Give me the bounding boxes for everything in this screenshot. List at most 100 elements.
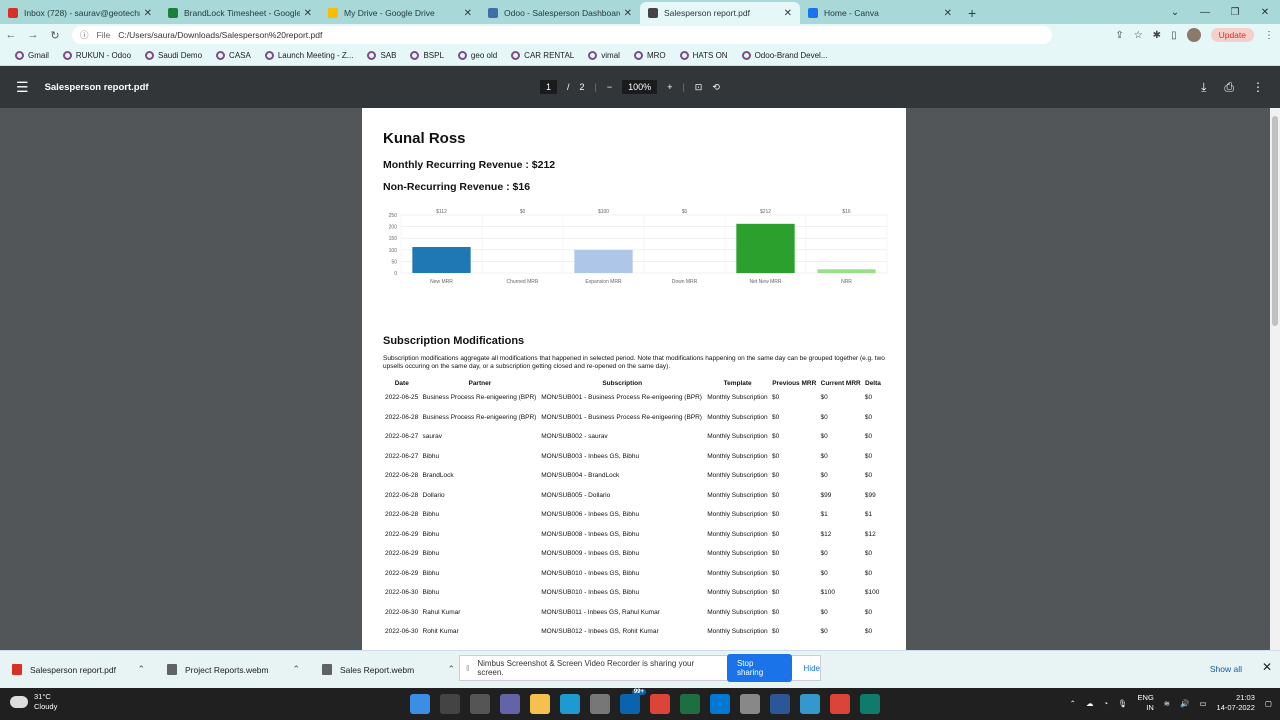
bookmark-item[interactable]: Gmail xyxy=(10,51,54,60)
chevron-up-icon[interactable]: ⌃ xyxy=(137,664,145,675)
tab-drive[interactable]: My Drive - Google Drive ✕ xyxy=(320,2,480,24)
tab-globe[interactable]: Salesperson report.pdf ✕ xyxy=(640,2,800,24)
close-window-button[interactable]: ✕ xyxy=(1250,7,1280,18)
chevron-up-icon[interactable]: ⌃ xyxy=(447,664,455,675)
bar xyxy=(736,223,795,273)
bookmark-item[interactable]: CAR RENTAL xyxy=(506,51,579,60)
x-tick-label: Down MRR xyxy=(672,279,698,285)
tab-strip: Inbox (728) - saurav@geotechno ✕ BrandLock… xyxy=(0,0,1280,24)
tab-gmail[interactable]: Inbox (728) - saurav@geotechno ✕ xyxy=(0,2,160,24)
reload-icon[interactable]: ↻ xyxy=(44,29,66,42)
bookmark-item[interactable]: vimal xyxy=(583,51,625,60)
close-tab-icon[interactable]: ✕ xyxy=(624,8,632,19)
bookmark-item[interactable]: Odoo-Brand Devel... xyxy=(737,51,833,60)
more-menu-icon[interactable]: ⋮ xyxy=(1264,30,1274,41)
close-tab-icon[interactable]: ✕ xyxy=(304,8,312,19)
page-input[interactable]: 1 xyxy=(540,80,558,94)
download-item[interactable]: Sales Report.webm ⌃ xyxy=(310,664,465,675)
start-icon[interactable] xyxy=(410,694,430,714)
chrome-icon[interactable] xyxy=(650,694,670,714)
download-item[interactable]: Salesperson report.pdf ⌃ xyxy=(0,664,155,675)
language-indicator[interactable]: ENG IN xyxy=(1138,693,1154,713)
hide-button[interactable]: Hide xyxy=(804,664,820,673)
share-icon[interactable]: ⇪ xyxy=(1115,30,1123,41)
tab-title: Home - Canva xyxy=(824,8,879,18)
download-icon[interactable]: ⤓ xyxy=(1201,80,1206,95)
teams-icon[interactable] xyxy=(500,694,520,714)
download-item[interactable]: Project Reports.webm ⌃ xyxy=(155,664,310,675)
x-tick-label: Churned MRR xyxy=(507,279,539,285)
column-header: Partner xyxy=(468,380,492,387)
sidepanel-icon[interactable]: ▯ xyxy=(1171,30,1177,41)
mic-icon[interactable]: 🎙 xyxy=(1118,699,1128,708)
extensions-icon[interactable]: ✱ xyxy=(1153,30,1161,41)
back-icon[interactable]: ← xyxy=(0,29,22,41)
tab-odoo[interactable]: Odoo - Salesperson Dashboard ✕ xyxy=(480,2,640,24)
bookmark-item[interactable]: Launch Meeting - Z... xyxy=(260,51,359,60)
bookmark-item[interactable]: CASA xyxy=(211,51,256,60)
rotate-icon[interactable]: ⟲ xyxy=(712,82,720,93)
bookmark-icon xyxy=(264,51,274,60)
page-controls: 1 / 2 | − 100% + | ⊡ ⟲ xyxy=(540,80,720,94)
store-icon[interactable] xyxy=(590,694,610,714)
restore-button[interactable]: ❐ xyxy=(1220,7,1250,18)
menu-icon[interactable]: ☰ xyxy=(16,79,29,96)
excel-icon[interactable] xyxy=(680,694,700,714)
close-downloads-icon[interactable]: ✕ xyxy=(1262,660,1272,674)
bookmark-item[interactable]: RUKUN - Odoo xyxy=(58,51,136,60)
app-icon[interactable] xyxy=(770,694,790,714)
task-view-icon[interactable] xyxy=(470,694,490,714)
skype-icon[interactable] xyxy=(710,694,730,714)
scrollbar-thumb[interactable] xyxy=(1272,116,1278,326)
search-icon[interactable] xyxy=(440,694,460,714)
fit-page-icon[interactable]: ⊡ xyxy=(695,82,703,93)
zoom-out-icon[interactable]: − xyxy=(607,82,612,92)
mail-icon[interactable]: 99+ xyxy=(620,689,646,714)
remote-desktop-icon[interactable] xyxy=(800,694,820,714)
forward-icon[interactable]: → xyxy=(22,29,44,41)
battery-icon[interactable]: ▭ xyxy=(1199,699,1206,708)
clock[interactable]: 21:03 14-07-2022 xyxy=(1217,693,1255,713)
bookmark-item[interactable]: SAB xyxy=(362,51,401,60)
chrome-profile-icon[interactable] xyxy=(830,694,850,714)
notification-icon[interactable]: ▢ xyxy=(1265,699,1272,708)
update-button[interactable]: Update xyxy=(1210,28,1254,42)
bookmark-item[interactable]: BSPL xyxy=(405,51,448,60)
new-tab-button[interactable]: + xyxy=(960,2,984,24)
chevron-up-icon[interactable]: ⌃ xyxy=(292,664,300,675)
zoom-input[interactable]: 100% xyxy=(622,80,658,94)
print-icon[interactable]: ⎙ xyxy=(1224,80,1234,95)
tab-sheets[interactable]: BrandLock Timesheet - Google Sh ✕ xyxy=(160,2,320,24)
settings-icon[interactable] xyxy=(740,694,760,714)
bookmark-item[interactable]: HATS ON xyxy=(675,51,733,60)
terminal-icon[interactable] xyxy=(860,694,880,714)
zoom-in-icon[interactable]: + xyxy=(667,82,672,92)
close-tab-icon[interactable]: ✕ xyxy=(944,8,952,19)
close-tab-icon[interactable]: ✕ xyxy=(464,8,472,19)
close-tab-icon[interactable]: ✕ xyxy=(784,8,792,19)
star-icon[interactable]: ☆ xyxy=(1134,30,1143,41)
tab-search-icon[interactable]: ⌄ xyxy=(1160,7,1190,18)
minimize-button[interactable]: — xyxy=(1190,7,1220,18)
table-cell: Monthly Subscription xyxy=(707,608,768,616)
drag-handle-icon[interactable]: ‖ xyxy=(466,664,469,673)
file-explorer-icon[interactable] xyxy=(530,694,550,714)
network-icon[interactable]: ◔ xyxy=(1103,699,1108,708)
bookmark-item[interactable]: geo old xyxy=(453,51,502,60)
tab-canva[interactable]: Home - Canva ✕ xyxy=(800,2,960,24)
weather-widget[interactable]: 31°C Cloudy xyxy=(10,692,57,712)
bookmark-item[interactable]: MRO xyxy=(629,51,671,60)
more-icon[interactable]: ⋮ xyxy=(1252,80,1264,95)
edge-icon[interactable] xyxy=(560,694,580,714)
stop-sharing-button[interactable]: Stop sharing xyxy=(726,654,792,682)
tray-chevron-icon[interactable]: ⌃ xyxy=(1070,699,1076,708)
wifi-icon[interactable]: ≋ xyxy=(1164,699,1170,708)
show-all-downloads-link[interactable]: Show all xyxy=(1210,664,1242,674)
close-tab-icon[interactable]: ✕ xyxy=(144,8,152,19)
viewer-scrollbar[interactable] xyxy=(1270,108,1280,650)
omnibox[interactable]: ⓘ File C:/Users/saura/Downloads/Salesper… xyxy=(72,26,1052,44)
avatar[interactable] xyxy=(1186,28,1201,42)
volume-icon[interactable]: 🔊 xyxy=(1180,699,1189,708)
onedrive-icon[interactable]: ☁ xyxy=(1086,699,1094,708)
bookmark-item[interactable]: Saudi Demo xyxy=(140,51,207,60)
